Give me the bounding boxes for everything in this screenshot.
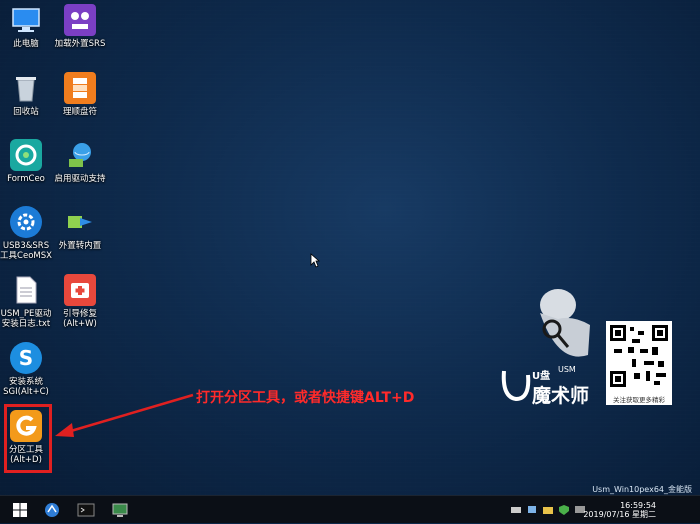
boot-repair-icon <box>64 274 96 306</box>
computer-icon <box>10 4 42 36</box>
annotation-arrow <box>55 393 194 437</box>
external-to-internal-icon <box>64 206 96 238</box>
desktop-icon-drive-letter[interactable]: 理顺盘符 <box>50 72 110 117</box>
icon-label: 理顺盘符 <box>62 107 97 117</box>
icon-label: 回收站 <box>13 107 39 117</box>
taskbar-clock[interactable]: 16:59:54 2019/07/16 星期二 <box>583 501 656 519</box>
clock-time: 16:59:54 <box>620 501 656 510</box>
highlight-box <box>4 404 52 473</box>
taskbar: 16:59:54 2019/07/16 星期二 <box>0 495 700 523</box>
folder-tray-icon[interactable] <box>542 504 554 516</box>
icon-label: USM_PE驱动 <box>0 309 52 319</box>
qr-code: 关注获取更多精彩 <box>606 321 672 405</box>
desktop-icon-formceo[interactable]: FormCeo <box>0 139 56 184</box>
icon-label: 加载外置SRS <box>54 39 106 49</box>
svg-text:S: S <box>19 346 33 370</box>
desktop-icon-install-system[interactable]: S 安装系统 SGI(Alt+C) <box>0 342 56 397</box>
desktop-icon-boot-repair[interactable]: 引导修复 (Alt+W) <box>50 274 110 329</box>
os-watermark: Usm_Win10pex64_金能版 <box>592 485 692 494</box>
brand-logo: U盘 USM 魔术师 <box>500 365 610 414</box>
system-tray: 16:59:54 2019/07/16 星期二 <box>500 500 700 524</box>
qr-caption: 关注获取更多精彩 <box>613 396 665 404</box>
icon-label: USB3&SRS <box>2 241 50 251</box>
desktop-icon-recycle-bin[interactable]: 回收站 <box>0 72 56 117</box>
icon-label: 外置转内置 <box>58 241 102 251</box>
text-file-icon <box>10 274 42 306</box>
desktop-icon-this-pc[interactable]: 此电脑 <box>0 4 56 49</box>
start-icon[interactable] <box>10 500 30 520</box>
mascot-image <box>528 285 598 365</box>
clock-date: 2019/07/16 星期二 <box>583 510 656 519</box>
icon-label: 启用驱动支持 <box>54 174 106 184</box>
network-icon[interactable] <box>42 500 62 520</box>
icon-label-line2: SGI(Alt+C) <box>3 387 49 397</box>
desktop-icon-driver-log[interactable]: USM_PE驱动 安装日志.txt <box>0 274 56 329</box>
network-tray-icon[interactable] <box>526 504 538 516</box>
srs-icon <box>64 4 96 36</box>
icon-label-line2: 安装日志.txt <box>1 319 51 329</box>
annotation-text: 打开分区工具，或者快捷键ALT+D <box>196 390 415 406</box>
shield-tray-icon[interactable] <box>558 504 570 516</box>
desktop-icon-external-to-internal[interactable]: 外置转内置 <box>50 206 110 251</box>
icon-label: FormCeo <box>7 174 45 184</box>
usb-tray-icon[interactable] <box>510 504 522 516</box>
formceo-icon <box>10 139 42 171</box>
desktop-icon-load-srs[interactable]: 加载外置SRS <box>50 4 110 49</box>
icon-label: 安装系统 <box>8 377 43 387</box>
icon-label: 引导修复 <box>62 309 97 319</box>
icon-label-line2: (Alt+W) <box>63 319 97 329</box>
desktop-icon-driver-support[interactable]: 启用驱动支持 <box>50 139 110 184</box>
cursor-icon <box>310 253 320 268</box>
usb-tool-icon <box>10 206 42 238</box>
desktop-icon-usb-tool[interactable]: USB3&SRS 工具CeoMSX <box>0 206 56 261</box>
terminal-icon[interactable] <box>76 500 96 520</box>
drive-letter-icon <box>64 72 96 104</box>
icon-label: 此电脑 <box>13 39 39 49</box>
icon-label-line2: 工具CeoMSX <box>0 251 52 261</box>
recycle-bin-icon <box>10 72 42 104</box>
monitor-icon[interactable] <box>110 500 130 520</box>
install-system-icon: S <box>10 342 42 374</box>
driver-support-icon <box>64 139 96 171</box>
